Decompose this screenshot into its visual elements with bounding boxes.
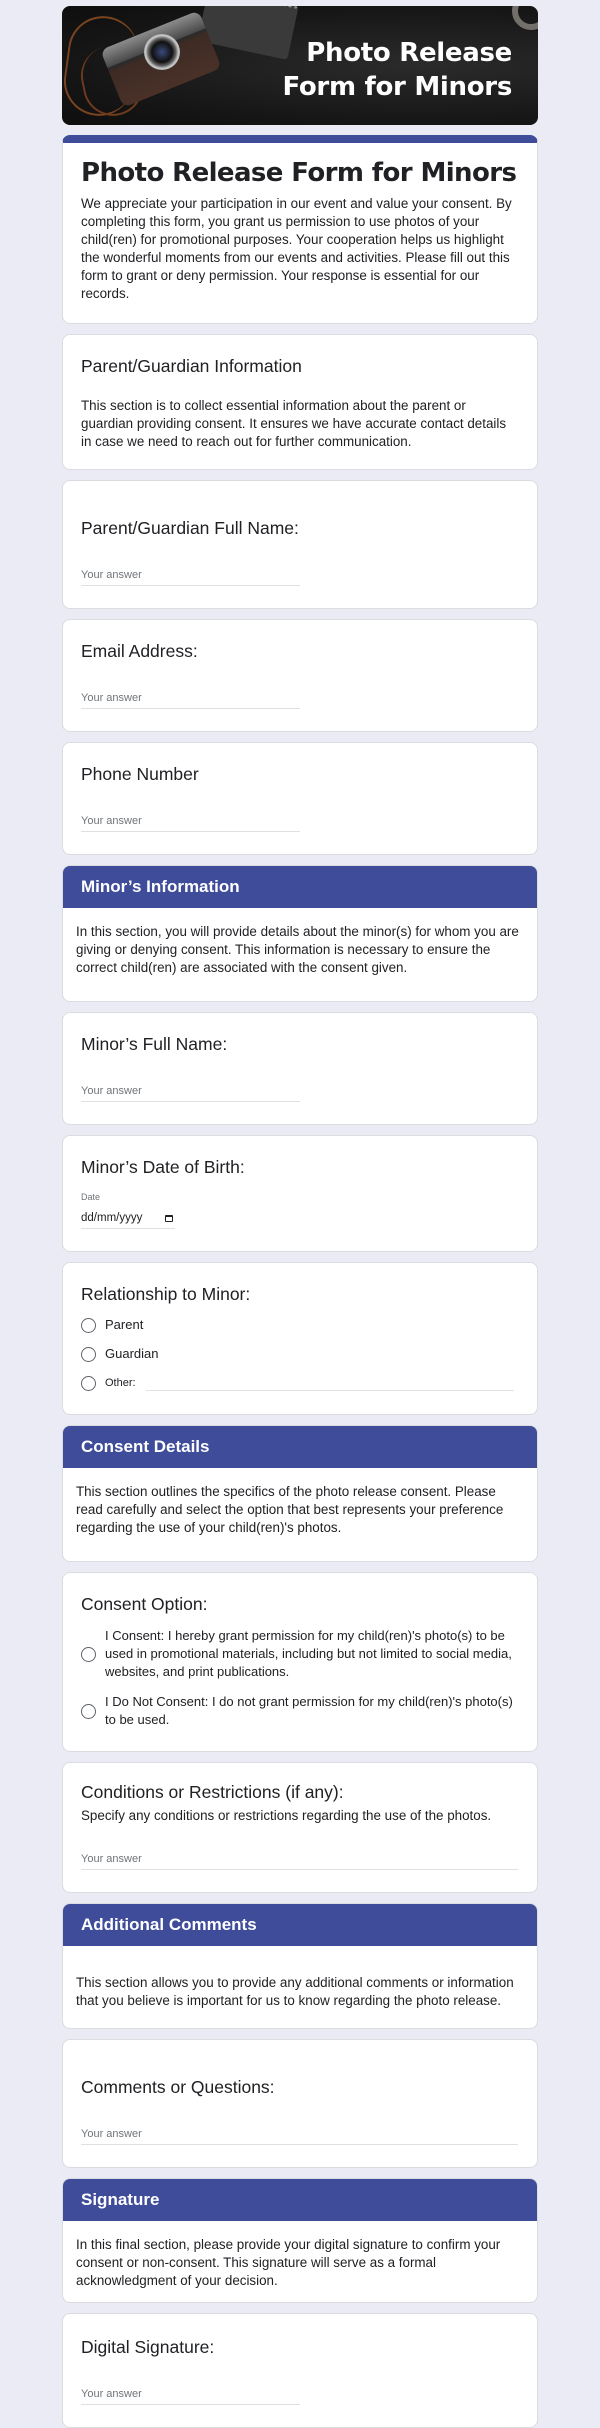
- radio-label: I Do Not Consent: I do not grant permiss…: [105, 1694, 513, 1727]
- question-label: Digital Signature:: [81, 2337, 215, 2357]
- radio-option-no-consent[interactable]: I Do Not Consent: I do not grant permiss…: [81, 1693, 519, 1729]
- question-consent-option: Consent Option: I Consent: I hereby gran…: [62, 1572, 538, 1752]
- ring-decoration: [512, 6, 538, 30]
- radio-option-other[interactable]: Other:: [81, 1374, 519, 1392]
- radio-button[interactable]: [81, 1317, 96, 1333]
- question-label: Consent Option:: [81, 1594, 208, 1614]
- form-title: Photo Release Form for Minors: [81, 158, 517, 188]
- radio-label: Parent: [105, 1317, 144, 1332]
- radio-option-consent[interactable]: I Consent: I hereby grant permission for…: [81, 1627, 519, 1681]
- question-relationship: Relationship to Minor: Parent Guardian O…: [62, 1262, 538, 1415]
- banner-title: Photo Release Form for Minors: [282, 36, 512, 104]
- radio-label: Other:: [105, 1377, 136, 1389]
- question-description: Specify any conditions or restrictions r…: [81, 1808, 492, 1823]
- parent-section-card: Parent/Guardian Information This section…: [62, 334, 538, 470]
- parent-section-title: Parent/Guardian Information: [81, 356, 302, 376]
- additional-section-title: Additional Comments: [63, 1904, 537, 1946]
- banner-title-line2: Form for Minors: [282, 72, 512, 102]
- question-parent-name: Parent/Guardian Full Name:: [62, 480, 538, 609]
- radio-button[interactable]: [81, 1346, 96, 1362]
- minor-section-card: Minor’s Information In this section, you…: [62, 865, 538, 1002]
- conditions-input[interactable]: [81, 1849, 518, 1870]
- email-input[interactable]: [81, 688, 300, 709]
- banner-title-line1: Photo Release: [306, 38, 512, 68]
- additional-section-card: Additional Comments This section allows …: [62, 1903, 538, 2029]
- form-container: Photo Release Form for Minors Photo Rele…: [62, 0, 538, 2428]
- question-label: Minor’s Full Name:: [81, 1034, 228, 1054]
- radio-label: Guardian: [105, 1346, 159, 1361]
- question-label: Email Address:: [81, 641, 198, 661]
- consent-section-title: Consent Details: [63, 1426, 537, 1468]
- date-placeholder: dd/mm/yyyy: [81, 1212, 143, 1224]
- radio-option-guardian[interactable]: Guardian: [81, 1345, 519, 1363]
- radio-option-parent[interactable]: Parent: [81, 1316, 519, 1334]
- phone-input[interactable]: [81, 811, 300, 832]
- question-signature: Digital Signature:: [62, 2313, 538, 2428]
- question-comments: Comments or Questions:: [62, 2039, 538, 2168]
- radio-button[interactable]: [81, 1375, 96, 1391]
- parent-name-input[interactable]: [81, 565, 300, 586]
- form-description: We appreciate your participation in our …: [81, 196, 512, 301]
- date-label: Date: [81, 1192, 101, 1202]
- date-of-birth-input[interactable]: dd/mm/yyyy: [81, 1206, 175, 1229]
- camera-lens-icon: [144, 34, 180, 70]
- additional-section-description: This section allows you to provide any a…: [76, 1975, 514, 2008]
- comments-input[interactable]: [81, 2124, 518, 2145]
- signature-section-description: In this final section, please provide yo…: [76, 2237, 501, 2288]
- consent-section-description: This section outlines the specifics of t…: [76, 1484, 504, 1535]
- question-conditions: Conditions or Restrictions (if any): Spe…: [62, 1762, 538, 1893]
- signature-input[interactable]: [81, 2384, 300, 2405]
- question-minor-dob: Minor’s Date of Birth: Date dd/mm/yyyy: [62, 1135, 538, 1252]
- signature-section-title: Signature: [63, 2179, 537, 2221]
- calendar-icon[interactable]: [165, 1214, 173, 1222]
- question-minor-name: Minor’s Full Name:: [62, 1012, 538, 1125]
- question-email: Email Address:: [62, 619, 538, 732]
- minor-name-input[interactable]: [81, 1081, 300, 1102]
- question-label: Conditions or Restrictions (if any):: [81, 1782, 344, 1802]
- other-text-input[interactable]: [145, 1375, 514, 1391]
- question-label: Relationship to Minor:: [81, 1284, 251, 1304]
- form-title-card: Photo Release Form for Minors We appreci…: [62, 135, 538, 324]
- minor-section-description: In this section, you will provide detail…: [76, 924, 519, 975]
- question-label: Phone Number: [81, 764, 199, 784]
- radio-button[interactable]: [81, 1703, 96, 1719]
- radio-label: I Consent: I hereby grant permission for…: [105, 1628, 512, 1679]
- consent-section-card: Consent Details This section outlines th…: [62, 1425, 538, 1562]
- header-banner-image: Photo Release Form for Minors: [62, 6, 538, 125]
- question-phone: Phone Number: [62, 742, 538, 855]
- question-label: Parent/Guardian Full Name:: [81, 518, 299, 538]
- parent-section-description: This section is to collect essential inf…: [81, 398, 507, 449]
- question-label: Minor’s Date of Birth:: [81, 1157, 245, 1177]
- signature-section-card: Signature In this final section, please …: [62, 2178, 538, 2303]
- minor-section-title: Minor’s Information: [63, 866, 537, 908]
- question-label: Comments or Questions:: [81, 2077, 275, 2097]
- radio-button[interactable]: [81, 1646, 96, 1662]
